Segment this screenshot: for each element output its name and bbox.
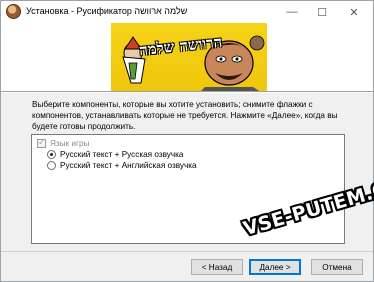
group-checkbox[interactable] (37, 137, 46, 148)
minimize-button[interactable]: — (277, 1, 307, 23)
window-title: Установка - Русификатор שלמה ארוושה (26, 6, 188, 16)
component-group-language[interactable]: Язык игры (37, 137, 90, 148)
component-option-ru-voice[interactable]: Русский текст + Русская озвучка (47, 150, 183, 159)
cancel-button[interactable]: Отмена (311, 259, 363, 275)
next-button[interactable]: Далее > (249, 259, 301, 275)
group-label: Язык игры (50, 139, 90, 148)
banner-illustration (122, 35, 265, 91)
instructions-text: Выберите компоненты, которые вы хотите у… (32, 100, 338, 131)
radio-ru-voice[interactable] (47, 150, 56, 159)
radio-en-voice[interactable] (47, 161, 56, 170)
components-list[interactable]: Язык игры Русский текст + Русская озвучк… (31, 134, 345, 244)
close-button[interactable]: ✕ (339, 1, 369, 23)
back-button[interactable]: < Назад (191, 259, 243, 275)
banner-divider-highlight (1, 92, 373, 93)
title-bar[interactable]: Установка - Русификатор שלמה ארוושה — ☐ … (1, 1, 373, 23)
wizard-banner: הרוושה שלמה (1, 23, 373, 91)
option-label: Русский текст + Русская озвучка (60, 150, 184, 159)
banner-image: הרוושה שלמה (111, 23, 267, 91)
footer-divider (1, 251, 373, 252)
installer-window: Установка - Русификатор שלמה ארוושה — ☐ … (0, 0, 374, 282)
maximize-button[interactable]: ☐ (307, 1, 337, 23)
component-option-en-voice[interactable]: Русский текст + Английская озвучка (47, 161, 197, 170)
app-icon (6, 4, 21, 19)
option-label: Русский текст + Английская озвучка (60, 161, 197, 170)
